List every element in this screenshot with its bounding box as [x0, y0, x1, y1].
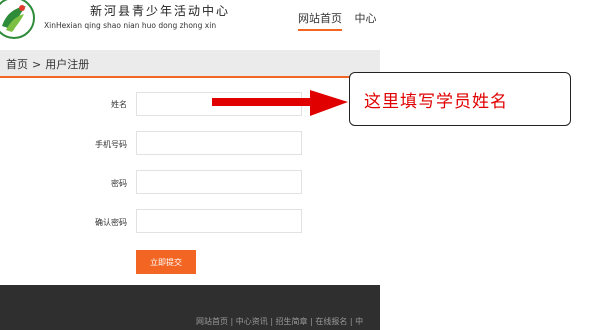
- site-footer: 网站首页 | 中心资讯 | 招生简章 | 在线报名 | 中: [0, 285, 380, 330]
- phone-label: 手机号码: [95, 140, 127, 149]
- annotation-text: 这里填写学员姓名: [364, 92, 508, 112]
- annotation-arrow-icon: [212, 90, 348, 116]
- password-label: 密码: [111, 179, 127, 188]
- center-logo-icon: [0, 0, 35, 39]
- nav-item-home[interactable]: 网站首页: [298, 10, 342, 31]
- site-header: 新河县青少年活动中心 XinHexian qing shao nian huo …: [0, 0, 380, 44]
- submit-button[interactable]: 立即提交: [136, 250, 196, 274]
- breadcrumb-current: 用户注册: [45, 58, 90, 71]
- site-subtitle: XinHexian qing shao nian huo dong zhong …: [44, 21, 217, 30]
- registration-page: 新河县青少年活动中心 XinHexian qing shao nian huo …: [0, 0, 380, 330]
- breadcrumb: 首页 > 用户注册: [6, 56, 89, 72]
- main-nav: 网站首页 中心: [298, 10, 380, 31]
- password-input[interactable]: [136, 170, 302, 194]
- nav-item-center[interactable]: 中心: [355, 10, 377, 26]
- confirm-password-label: 确认密码: [95, 218, 127, 227]
- breadcrumb-bar: 首页 > 用户注册: [0, 50, 380, 78]
- name-label: 姓名: [111, 100, 127, 109]
- annotation-callout: 这里填写学员姓名: [349, 72, 571, 126]
- footer-links[interactable]: 网站首页 | 中心资讯 | 招生简章 | 在线报名 | 中: [196, 316, 363, 327]
- breadcrumb-separator: >: [32, 58, 42, 71]
- site-title: 新河县青少年活动中心: [90, 4, 231, 18]
- phone-input[interactable]: [136, 131, 302, 155]
- confirm-password-input[interactable]: [136, 209, 302, 233]
- breadcrumb-home-link[interactable]: 首页: [6, 58, 28, 71]
